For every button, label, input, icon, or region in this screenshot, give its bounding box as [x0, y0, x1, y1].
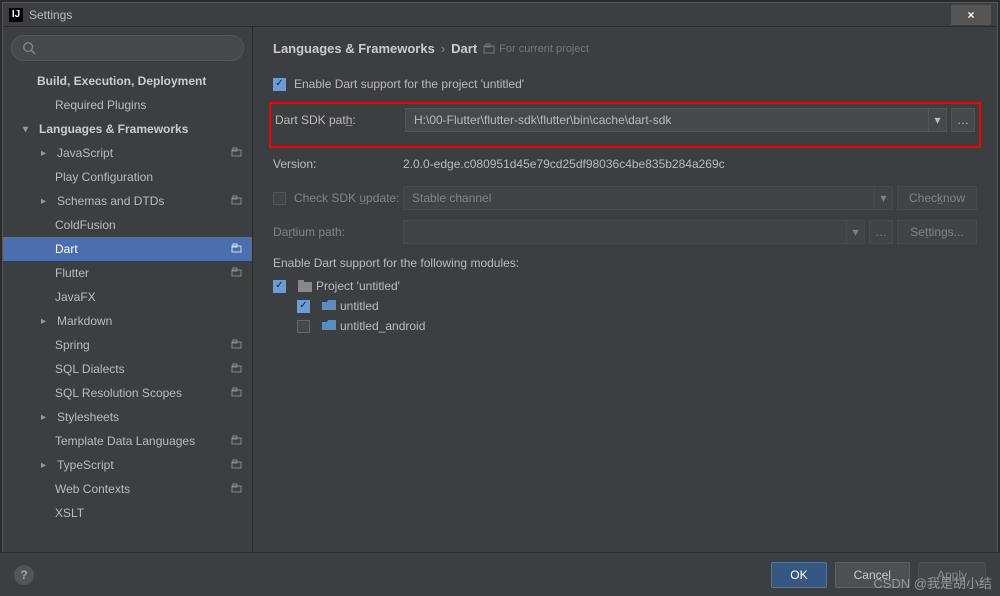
project-icon: [298, 280, 312, 292]
project-scope-icon: [231, 195, 242, 208]
project-scope-icon: [231, 435, 242, 448]
sidebar-item[interactable]: JavaScript: [3, 141, 252, 165]
chevron-down-icon: ▾: [846, 221, 864, 243]
window-title: Settings: [29, 8, 951, 22]
check-now-button: Check now: [897, 186, 977, 210]
module-checkbox[interactable]: [297, 320, 310, 333]
project-icon: [483, 43, 495, 55]
app-icon: IJ: [9, 8, 23, 22]
modules-label: Enable Dart support for the following mo…: [273, 256, 977, 270]
sidebar-item[interactable]: ColdFusion: [3, 213, 252, 237]
dartium-path-input: ▾: [403, 220, 865, 244]
sdk-path-value: H:\00-Flutter\flutter-sdk\flutter\bin\ca…: [414, 113, 671, 127]
update-channel-select: Stable channel ▾: [403, 186, 893, 210]
search-input[interactable]: [11, 35, 244, 61]
browse-sdk-button[interactable]: …: [951, 108, 975, 132]
project-scope-icon: [231, 267, 242, 280]
folder-icon: [322, 320, 336, 332]
sidebar-item[interactable]: Schemas and DTDs: [3, 189, 252, 213]
ok-button[interactable]: OK: [771, 562, 826, 588]
module-root[interactable]: Project 'untitled': [273, 276, 977, 296]
breadcrumb: Languages & Frameworks › Dart For curren…: [273, 41, 977, 56]
sidebar-item[interactable]: Flutter: [3, 261, 252, 285]
project-scope-icon: [231, 483, 242, 496]
sidebar-item[interactable]: SQL Dialects: [3, 357, 252, 381]
version-value: 2.0.0-edge.c080951d45e79cd25df98036c4be8…: [403, 157, 977, 171]
sidebar-item[interactable]: SQL Resolution Scopes: [3, 381, 252, 405]
sidebar-item[interactable]: Dart: [3, 237, 252, 261]
project-scope-icon: [231, 459, 242, 472]
enable-dart-label: Enable Dart support for the project 'unt…: [294, 77, 524, 91]
breadcrumb-a[interactable]: Languages & Frameworks: [273, 41, 435, 56]
module-checkbox[interactable]: [297, 300, 310, 313]
project-scope-icon: [231, 243, 242, 256]
module-item[interactable]: untitled: [273, 296, 977, 316]
folder-icon: [322, 300, 336, 312]
module-name: untitled_android: [340, 319, 425, 333]
module-item[interactable]: untitled_android: [273, 316, 977, 336]
enable-dart-checkbox[interactable]: [273, 78, 286, 91]
search-icon: [22, 41, 36, 55]
browse-dartium-button: …: [869, 220, 893, 244]
sdk-path-label: Dart SDK path:: [275, 113, 405, 127]
project-scope-label: For current project: [483, 43, 589, 55]
sdk-path-input[interactable]: H:\00-Flutter\flutter-sdk\flutter\bin\ca…: [405, 108, 947, 132]
project-scope-icon: [231, 147, 242, 160]
sidebar-item[interactable]: XSLT: [3, 501, 252, 525]
module-root-checkbox[interactable]: [273, 280, 286, 293]
project-scope-icon: [231, 387, 242, 400]
sidebar-item[interactable]: Spring: [3, 333, 252, 357]
check-update-checkbox[interactable]: [273, 192, 286, 205]
check-update-label: Check SDK update:: [294, 191, 399, 205]
project-scope-icon: [231, 363, 242, 376]
version-label: Version:: [273, 157, 403, 171]
sidebar-item[interactable]: Languages & Frameworks: [3, 117, 252, 141]
sidebar-item[interactable]: Markdown: [3, 309, 252, 333]
project-scope-icon: [231, 339, 242, 352]
sidebar-item[interactable]: Required Plugins: [3, 93, 252, 117]
close-button[interactable]: ×: [951, 5, 991, 25]
module-name: untitled: [340, 299, 379, 313]
sidebar-item[interactable]: JavaFX: [3, 285, 252, 309]
sidebar-item[interactable]: Play Configuration: [3, 165, 252, 189]
sidebar-item[interactable]: Template Data Languages: [3, 429, 252, 453]
help-button[interactable]: ?: [14, 565, 34, 585]
sidebar-item[interactable]: Web Contexts: [3, 477, 252, 501]
sidebar-item[interactable]: TypeScript: [3, 453, 252, 477]
sidebar-item[interactable]: Build, Execution, Deployment: [3, 69, 252, 93]
dartium-path-label: Dartium path:: [273, 225, 403, 239]
breadcrumb-b: Dart: [451, 41, 477, 56]
watermark: CSDN @我是胡小结: [873, 573, 992, 592]
module-root-label: Project 'untitled': [316, 279, 400, 293]
chevron-down-icon[interactable]: ▾: [928, 109, 946, 131]
sidebar-item[interactable]: Stylesheets: [3, 405, 252, 429]
dartium-settings-button: Settings...: [897, 220, 977, 244]
chevron-down-icon: ▾: [874, 187, 892, 209]
update-channel-value: Stable channel: [412, 191, 491, 205]
chevron-right-icon: ›: [441, 41, 445, 56]
